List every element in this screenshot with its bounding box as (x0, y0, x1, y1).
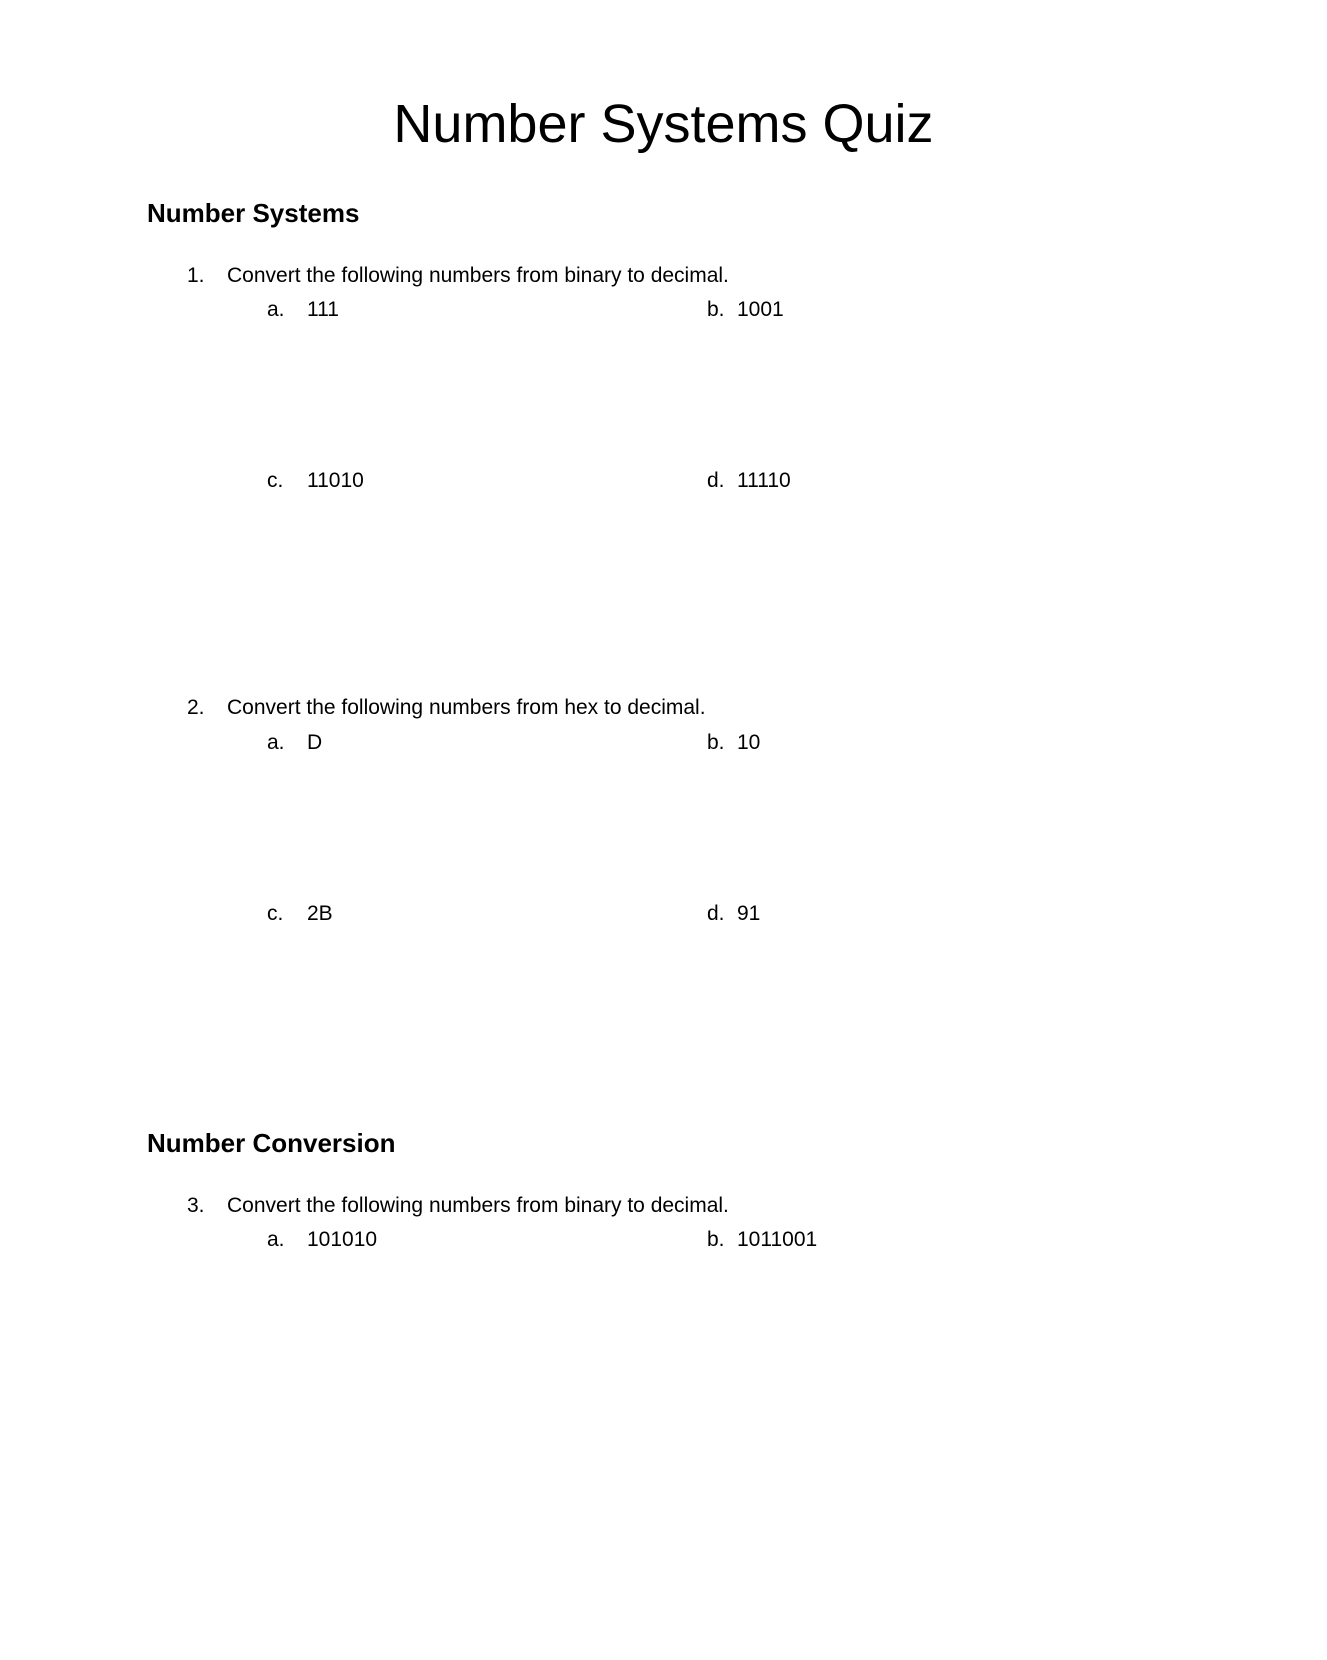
option-value: D (307, 731, 323, 754)
question-1-option-b: b. 1001 (707, 296, 784, 324)
option-value: 1011001 (737, 1228, 818, 1251)
question-1: 1. Convert the following numbers from bin… (187, 262, 729, 290)
question-number: 2. (187, 696, 205, 719)
option-value: 2B (307, 902, 333, 925)
option-letter: a. (267, 731, 285, 754)
option-letter: b. (707, 731, 725, 754)
option-letter: d. (707, 469, 725, 492)
option-letter: c. (267, 902, 284, 925)
option-value: 11010 (307, 469, 364, 492)
question-3-option-b: b. 1011001 (707, 1226, 817, 1254)
question-1-option-c: c. 11010 (267, 467, 364, 495)
option-letter: b. (707, 1228, 725, 1251)
page-title: Number Systems Quiz (393, 94, 934, 154)
question-2-option-a: a. D (267, 729, 322, 757)
question-2-option-b: b. 10 (707, 729, 760, 757)
question-prompt: Convert the following numbers from hex t… (227, 696, 706, 719)
question-2: 2. Convert the following numbers from hex… (187, 694, 706, 722)
question-prompt: Convert the following numbers from binar… (227, 1194, 729, 1217)
question-number: 1. (187, 264, 205, 287)
question-number: 3. (187, 1194, 205, 1217)
option-letter: d. (707, 902, 725, 925)
question-2-option-d: d. 91 (707, 900, 760, 928)
question-prompt: Convert the following numbers from binar… (227, 264, 729, 287)
question-1-option-a: a. 111 (267, 296, 339, 324)
option-value: 1001 (737, 298, 784, 321)
option-value: 10 (737, 731, 761, 754)
option-letter: a. (267, 298, 285, 321)
question-3: 3. Convert the following numbers from bin… (187, 1192, 729, 1220)
question-1-option-d: d. 11110 (707, 467, 791, 495)
option-value: 101010 (307, 1228, 378, 1251)
section-heading-number-systems: Number Systems (147, 198, 360, 228)
quiz-page: Number Systems Quiz Number Systems 1. Con… (0, 0, 1327, 1660)
section-heading-number-conversion: Number Conversion (147, 1128, 396, 1158)
option-value: 91 (737, 902, 761, 925)
option-value: 111 (307, 298, 339, 321)
question-3-option-a: a. 101010 (267, 1226, 377, 1254)
option-letter: a. (267, 1228, 285, 1251)
option-value: 11110 (737, 469, 791, 492)
option-letter: c. (267, 469, 284, 492)
option-letter: b. (707, 298, 725, 321)
question-2-option-c: c. 2B (267, 900, 333, 928)
